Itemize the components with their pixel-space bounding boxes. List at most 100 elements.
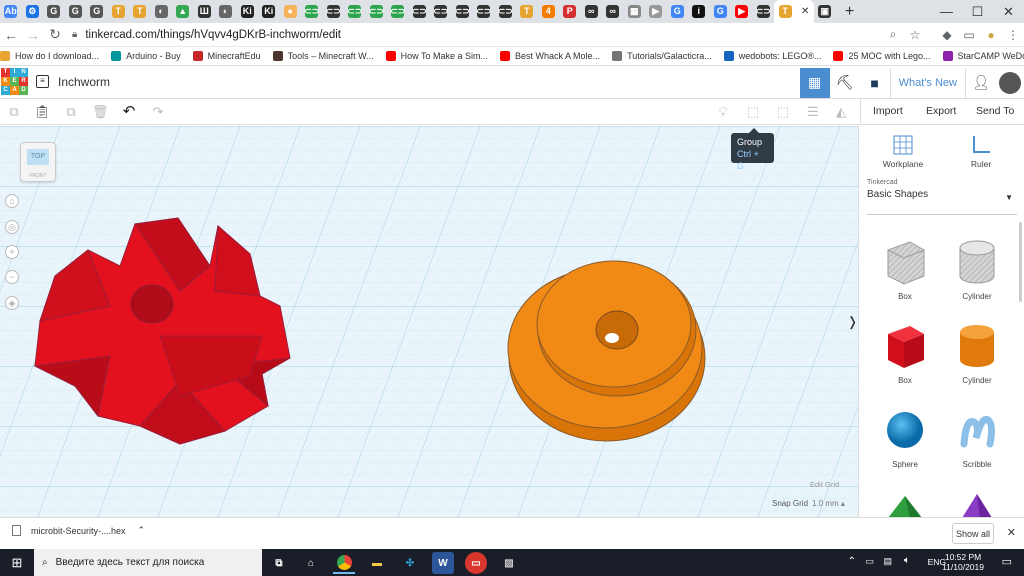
tab-discord[interactable]: ▣ [814, 0, 836, 23]
browser-tab[interactable]: ⊂⊃ [452, 0, 474, 23]
design-list-icon[interactable]: ≡ [36, 75, 49, 88]
bookmark-item[interactable]: Tutorials/Galacticra... [612, 51, 712, 61]
browser-tab[interactable]: ⊂⊃ [344, 0, 366, 23]
undo-icon[interactable]: ↶ [121, 104, 137, 120]
maximize-button[interactable]: ☐ [962, 0, 993, 23]
bookmark-item[interactable]: Best Whack A Mole... [500, 51, 600, 61]
browser-tab[interactable]: 4 [538, 0, 560, 23]
browser-tab[interactable]: G [710, 0, 732, 23]
lessons-button[interactable]: ■ [860, 68, 890, 98]
video-app-icon[interactable]: ▭ [465, 552, 487, 574]
send-to-button[interactable]: Send To [976, 105, 1014, 117]
shape-scribble[interactable]: Scribble [947, 404, 1007, 469]
browser-tab[interactable]: ∞ [581, 0, 603, 23]
edit-grid-link[interactable]: Edit Grid [810, 480, 839, 489]
align-icon[interactable]: ☰ [805, 104, 821, 120]
browser-tab[interactable]: G [667, 0, 689, 23]
shape-box-hole[interactable]: Box [875, 236, 935, 301]
active-tab[interactable]: T ✕ [774, 0, 814, 23]
bookmark-item[interactable]: MinecraftEdu [192, 51, 261, 61]
minimize-button[interactable]: — [931, 0, 962, 23]
zoom-out-icon[interactable]: − [5, 270, 19, 284]
export-button[interactable]: Export [926, 105, 956, 117]
shape-cylinder[interactable]: Cylinder [947, 320, 1007, 385]
close-tab-icon[interactable]: ✕ [801, 6, 809, 17]
ungroup-icon[interactable]: ⬚ [775, 104, 791, 120]
home-view-icon[interactable]: ⌂ [5, 194, 19, 208]
bookmark-item[interactable]: Arduino - Buy [111, 51, 181, 61]
back-icon[interactable]: ← [0, 27, 22, 43]
show-all-button[interactable]: Show all [952, 523, 994, 544]
word-icon[interactable]: W [432, 552, 454, 574]
browser-tab[interactable]: ▶ [731, 0, 753, 23]
extension-icon[interactable]: ◆ [936, 28, 958, 42]
design-title[interactable]: Inchworm [58, 75, 110, 89]
ruler-button[interactable]: Ruler [951, 134, 1011, 169]
redo-icon[interactable]: ↷ [150, 104, 166, 120]
view-cube[interactable]: TOP FRONT [20, 142, 56, 182]
shape-sphere[interactable]: Sphere [875, 404, 935, 469]
tray-chevron-icon[interactable]: ⌃ [848, 556, 856, 567]
paste-icon[interactable]: 📋︎ [34, 104, 51, 120]
browser-tab[interactable]: ⊂⊃ [323, 0, 345, 23]
volume-icon[interactable]: 🔈︎ [904, 555, 910, 566]
task-view-icon[interactable]: ⧉ [268, 552, 290, 574]
network-icon[interactable]: ▤ [883, 556, 892, 567]
clock[interactable]: 10:52 PM 11/10/2019 [942, 552, 984, 572]
browser-tab[interactable]: ⊂⊃ [473, 0, 495, 23]
menu-icon[interactable]: ⋮ [1002, 28, 1024, 42]
whats-new-button[interactable]: What's New [889, 67, 966, 98]
browser-tab[interactable]: ◐ [151, 0, 173, 23]
browser-tab[interactable]: ∞ [602, 0, 624, 23]
workplane-button[interactable]: Workplane [873, 134, 933, 169]
photos-icon[interactable]: ▨ [498, 552, 520, 574]
browser-tab[interactable]: ◐ [215, 0, 237, 23]
bookmark-item[interactable]: How do I download... [0, 51, 99, 61]
close-download-bar-icon[interactable]: ✕ [1007, 526, 1016, 539]
bookmark-item[interactable]: Tools – Minecraft W... [272, 51, 374, 61]
download-item[interactable]: microbit-Security-....hex ⌃ [12, 525, 145, 536]
browser-tab[interactable]: P [559, 0, 581, 23]
app-icon[interactable]: ✣ [399, 552, 421, 574]
browser-tab[interactable]: ⚙ [22, 0, 44, 23]
new-tab-button[interactable]: + [836, 0, 864, 23]
add-user-button[interactable]: 👤︎ [966, 68, 996, 98]
snap-grid-select[interactable]: 1.0 mm ▴ [812, 499, 845, 508]
import-button[interactable]: Import [873, 105, 903, 117]
browser-tab[interactable]: ▲ [172, 0, 194, 23]
perspective-icon[interactable]: ◈ [5, 296, 19, 310]
browser-tab[interactable]: Ki [258, 0, 280, 23]
file-explorer-icon[interactable]: ▬ [366, 552, 388, 574]
bookmark-item[interactable]: StarCAMP WeDo | L... [942, 51, 1024, 61]
browser-tab[interactable]: ⊂⊃ [366, 0, 388, 23]
search-icon[interactable]: ⌕ [882, 27, 904, 42]
chevron-up-icon[interactable]: ⌃ [138, 525, 146, 536]
taskbar-search[interactable]: ⌕ Введите здесь текст для поиска [34, 549, 262, 576]
close-window-button[interactable]: ✕ [993, 0, 1024, 23]
copy-icon[interactable]: ⧉ [6, 104, 22, 120]
lightbulb-icon[interactable]: 💡︎ [715, 104, 731, 120]
tinkercad-logo[interactable]: T I N K E R C A D [1, 68, 28, 96]
mirror-icon[interactable]: ◭ [833, 104, 849, 120]
notifications-icon[interactable]: ▭ [1002, 555, 1012, 568]
browser-tab[interactable]: ⊂⊃ [387, 0, 409, 23]
collapse-panel-icon[interactable]: ❭ [847, 314, 858, 330]
duplicate-icon[interactable]: ⧉ [63, 104, 79, 120]
profile-icon[interactable]: ● [980, 28, 1002, 42]
trash-icon[interactable]: 🗑︎ [92, 104, 109, 120]
bookmark-item[interactable]: How To Make a Sim... [385, 51, 488, 61]
star-icon[interactable]: ☆ [904, 28, 926, 42]
shape-box[interactable]: Box [875, 320, 935, 385]
browser-tab[interactable]: ⊂⊃ [409, 0, 431, 23]
url-field[interactable]: 🔒︎ tinkercad.com/things/hVqvv4gDKrB-inch… [66, 24, 882, 45]
home-icon[interactable]: ⌂ [300, 552, 322, 574]
browser-tab[interactable]: Ш [194, 0, 216, 23]
zoom-in-icon[interactable]: + [5, 245, 19, 259]
browser-tab[interactable]: T [129, 0, 151, 23]
group-icon[interactable]: ⬚ [745, 104, 761, 120]
browser-tab[interactable]: T [108, 0, 130, 23]
browser-tab[interactable]: G [43, 0, 65, 23]
browser-tab[interactable]: ▶ [645, 0, 667, 23]
reload-icon[interactable]: ↻ [44, 26, 66, 43]
browser-tab[interactable]: ⊂⊃ [301, 0, 323, 23]
